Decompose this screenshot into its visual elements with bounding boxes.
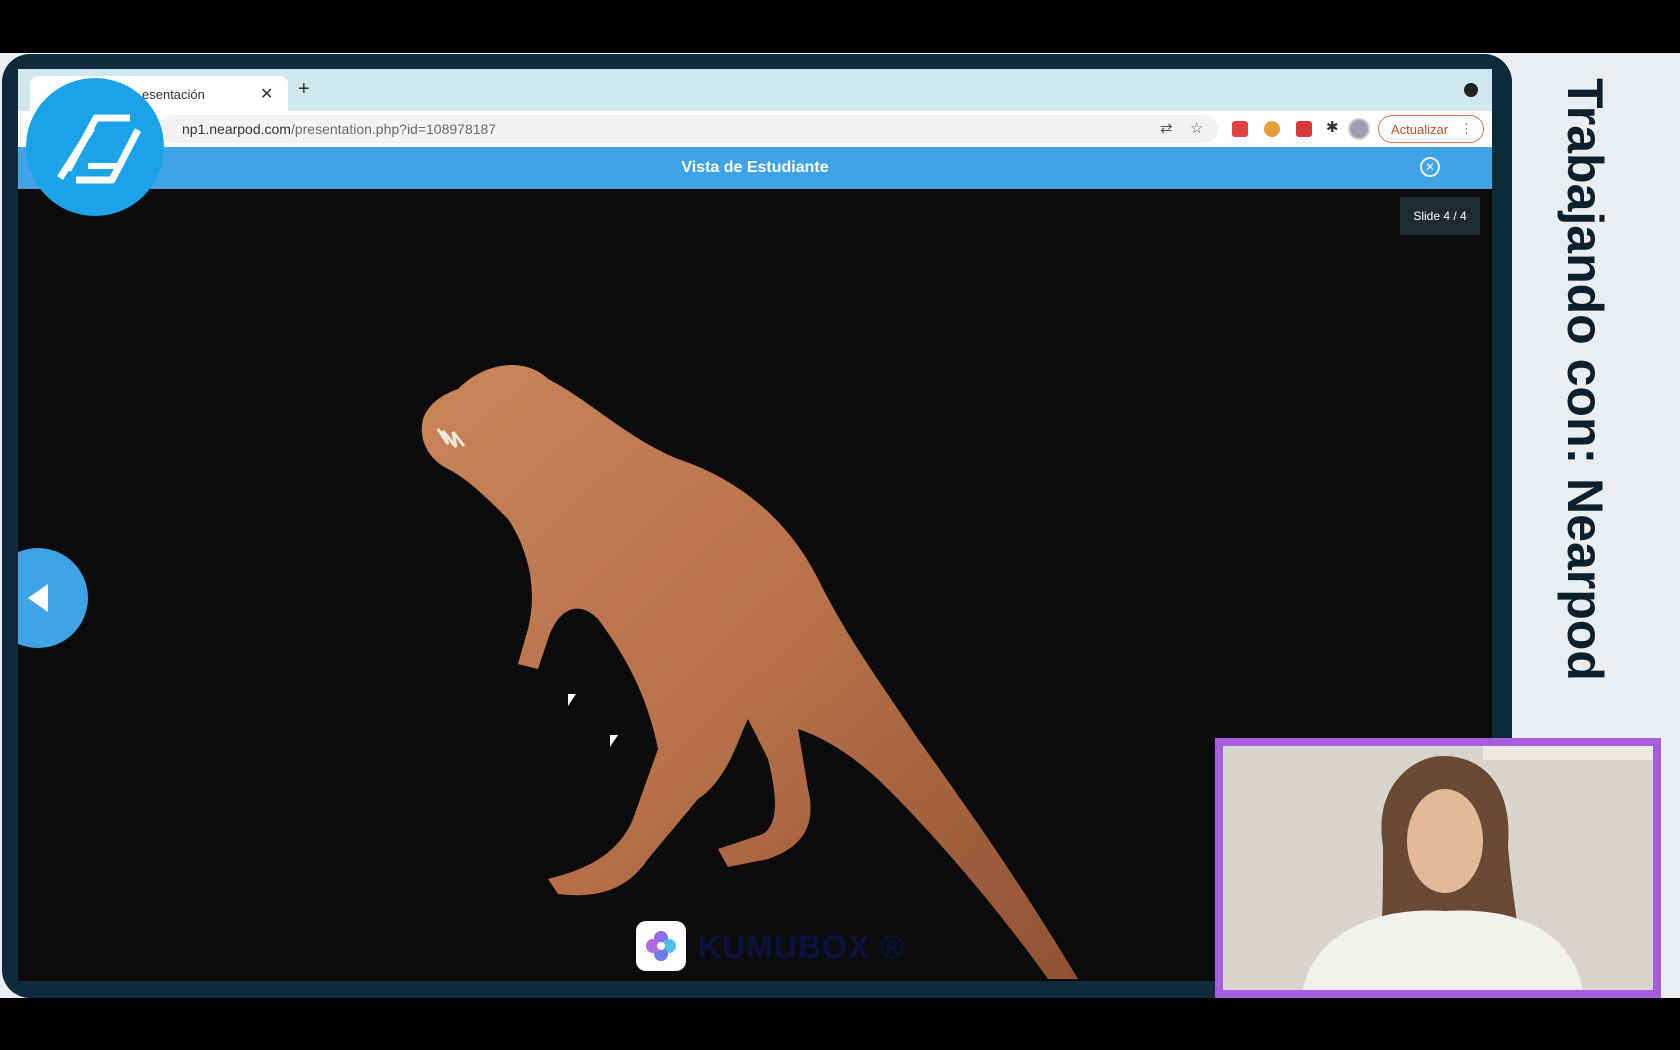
dinosaur-body [421,365,1078,979]
nearpod-header: Vista de Estudiante ✕ [18,147,1492,189]
extension-2-icon[interactable] [1264,121,1280,137]
tab-search-icon[interactable] [1464,83,1478,97]
extension-3-icon[interactable] [1296,121,1312,137]
nearpod-logo [26,78,164,216]
url-path: /presentation.php?id=108978187 [290,121,497,137]
bookmark-star-icon[interactable]: ☆ [1190,119,1203,137]
new-tab-icon[interactable]: + [298,78,310,101]
extension-1-icon[interactable] [1232,121,1248,137]
cursor-icon [610,735,618,747]
tab-close-icon[interactable]: ✕ [260,84,273,104]
extensions-puzzle-icon[interactable]: ✱ [1326,118,1342,136]
previous-slide-button[interactable] [18,548,88,648]
tab-strip: esentación ✕ + [18,69,1492,111]
slide-counter: Slide 4 / 4 [1400,197,1480,235]
presenter-figure [1223,746,1653,990]
translate-icon[interactable]: ⇄ [1160,119,1173,137]
sidebar-title: Trabajando con: Nearpod [1557,78,1613,681]
page-title: Vista de Estudiante [681,159,829,176]
dinosaur-model[interactable] [398,319,1158,981]
kumubox-logo-icon [636,921,686,971]
url-host: np1.nearpod.com [182,121,291,137]
close-icon[interactable]: ✕ [1420,157,1440,177]
presenter-video [1223,746,1653,990]
kumubox-wordmark: KUMUBOX ® [698,929,905,965]
nearpod-logo-icon [57,114,142,184]
menu-dots-icon: ⋮ [1460,121,1473,136]
url-text: np1.nearpod.com/presentation.php?id=1089… [182,121,496,137]
webcam-overlay [1215,738,1661,998]
update-button[interactable]: Actualizar ⋮ [1378,115,1484,143]
profile-avatar[interactable] [1348,118,1370,140]
address-bar[interactable]: np1.nearpod.com/presentation.php?id=1089… [158,115,1218,143]
cursor-icon [568,694,576,706]
toolbar: np1.nearpod.com/presentation.php?id=1089… [18,111,1492,147]
arrow-left-icon [28,584,48,612]
update-label: Actualizar [1391,122,1449,137]
video-frame: Trabajando con: Nearpod esentación ✕ + n… [0,0,1680,1050]
